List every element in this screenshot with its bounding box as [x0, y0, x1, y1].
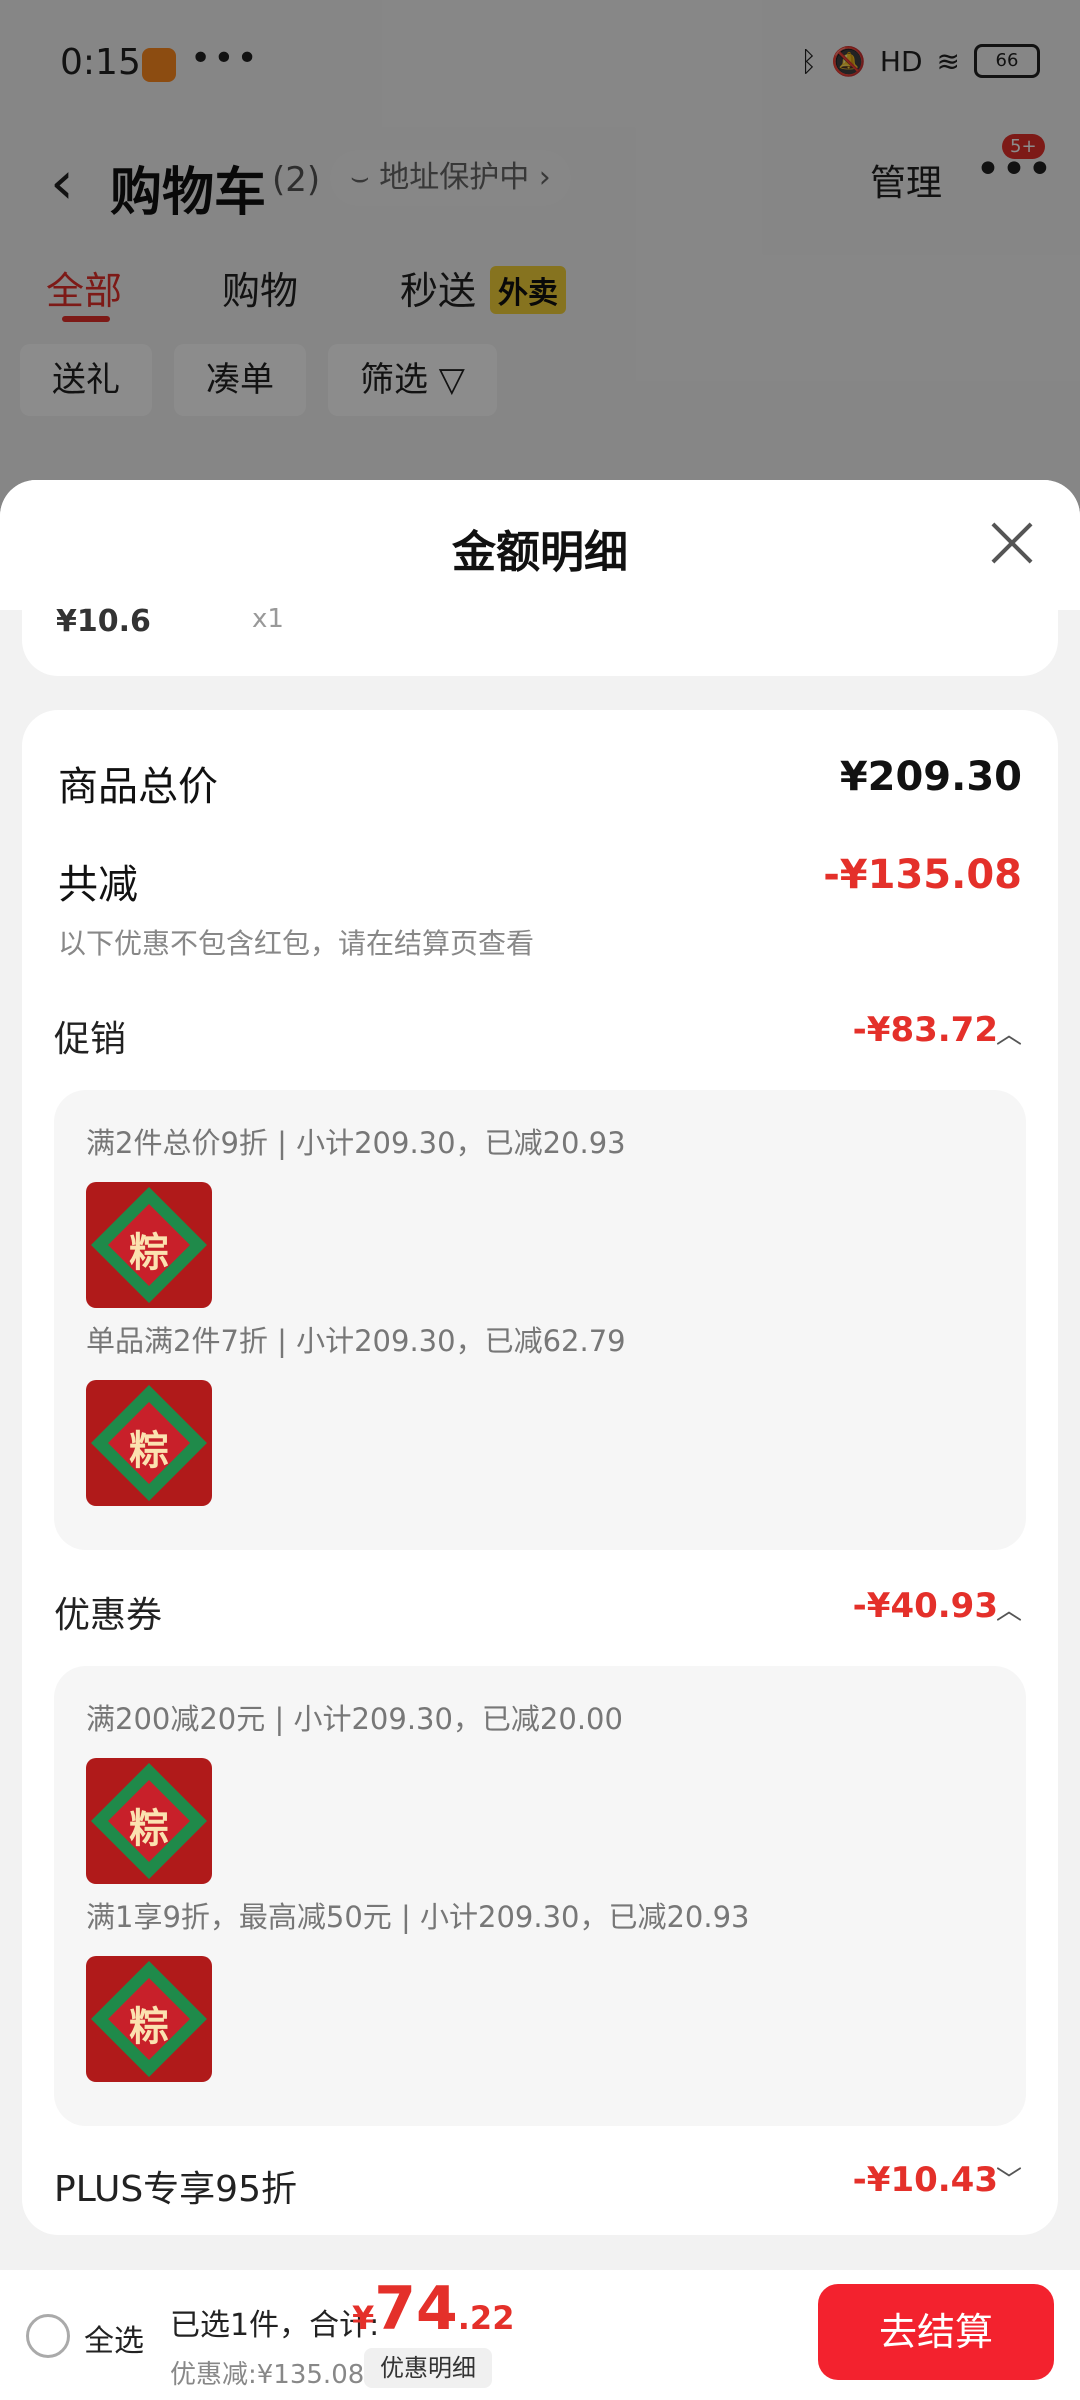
item-price: ¥10.6: [56, 604, 151, 639]
thumbnail-text: 粽: [129, 2004, 169, 2050]
promo-value[interactable]: -¥83.72: [853, 1010, 998, 1050]
chevron-up-icon[interactable]: ︿: [996, 1014, 1022, 1051]
total-reduce-value: -¥135.08: [823, 852, 1022, 898]
promo-panel: 满2件总价9折 | 小计209.30，已减20.93 粽 单品满2件7折 | 小…: [54, 1090, 1026, 1550]
thumbnail-text: 粽: [129, 1230, 169, 1276]
discount-summary: 优惠减:¥135.08: [170, 2360, 365, 2390]
total-integer: 74: [374, 2274, 458, 2344]
total-reduce-label: 共减: [58, 862, 138, 908]
chevron-up-icon[interactable]: ︿: [996, 1590, 1022, 1627]
select-all-checkbox[interactable]: [26, 2314, 70, 2358]
coupon-line: 满1享9折，最高减50元 | 小计209.30，已减20.93: [86, 1900, 750, 1934]
total-currency: ¥: [352, 2299, 375, 2337]
thumbnail-text: 粽: [129, 1428, 169, 1474]
discount-detail-button[interactable]: 优惠明细: [364, 2348, 492, 2388]
thumbnail-text: 粽: [129, 1806, 169, 1852]
coupon-label: 优惠券: [54, 1595, 163, 1636]
close-icon[interactable]: [990, 520, 1034, 564]
plus-label: PLUS专享95折: [54, 2169, 297, 2210]
total-amount: ¥74.22: [352, 2274, 514, 2344]
coupon-value[interactable]: -¥40.93: [853, 1586, 998, 1626]
selection-summary: 已选1件，合计:: [170, 2308, 380, 2343]
product-thumbnail[interactable]: 粽: [86, 1956, 212, 2082]
watermark: 量知评: [440, 1599, 549, 1640]
total-decimal: .22: [457, 2299, 515, 2337]
amount-breakdown-card: 商品总价 ¥209.30 共减 -¥135.08 以下优惠不包含红包，请在结算页…: [22, 710, 1058, 2235]
checkout-button[interactable]: 去结算: [818, 2284, 1054, 2380]
sheet-title: 金额明细: [452, 527, 628, 578]
coupon-panel: 满200减20元 | 小计209.30，已减20.00 粽 满1享9折，最高减5…: [54, 1666, 1026, 2126]
chevron-down-icon[interactable]: ﹀: [996, 2160, 1022, 2197]
product-thumbnail[interactable]: 粽: [86, 1380, 212, 1506]
coupon-line: 满200减20元 | 小计209.30，已减20.00: [86, 1702, 623, 1736]
previous-item-card: ¥10.6 x1: [22, 604, 1058, 676]
promo-label: 促销: [54, 1019, 127, 1060]
promo-line: 满2件总价9折 | 小计209.30，已减20.93: [86, 1126, 626, 1160]
total-price-label: 商品总价: [58, 764, 218, 810]
select-all-label[interactable]: 全选: [84, 2316, 144, 2360]
item-qty: x1: [252, 604, 284, 634]
product-thumbnail[interactable]: 粽: [86, 1758, 212, 1884]
total-price-value: ¥209.30: [839, 754, 1022, 800]
promo-line: 单品满2件7折 | 小计209.30，已减62.79: [86, 1324, 626, 1358]
amount-detail-sheet: 金额明细 ¥10.6 x1 商品总价 ¥209.30 共减 -¥135.08 以…: [0, 480, 1080, 2400]
plus-value[interactable]: -¥10.43: [853, 2160, 998, 2200]
reduce-note: 以下优惠不包含红包，请在结算页查看: [58, 927, 535, 960]
product-thumbnail[interactable]: 粽: [86, 1182, 212, 1308]
sheet-header: 金额明细: [0, 480, 1080, 610]
checkout-bar: 全选 已选1件，合计: ¥74.22 优惠减:¥135.08 优惠明细 去结算: [0, 2270, 1080, 2400]
